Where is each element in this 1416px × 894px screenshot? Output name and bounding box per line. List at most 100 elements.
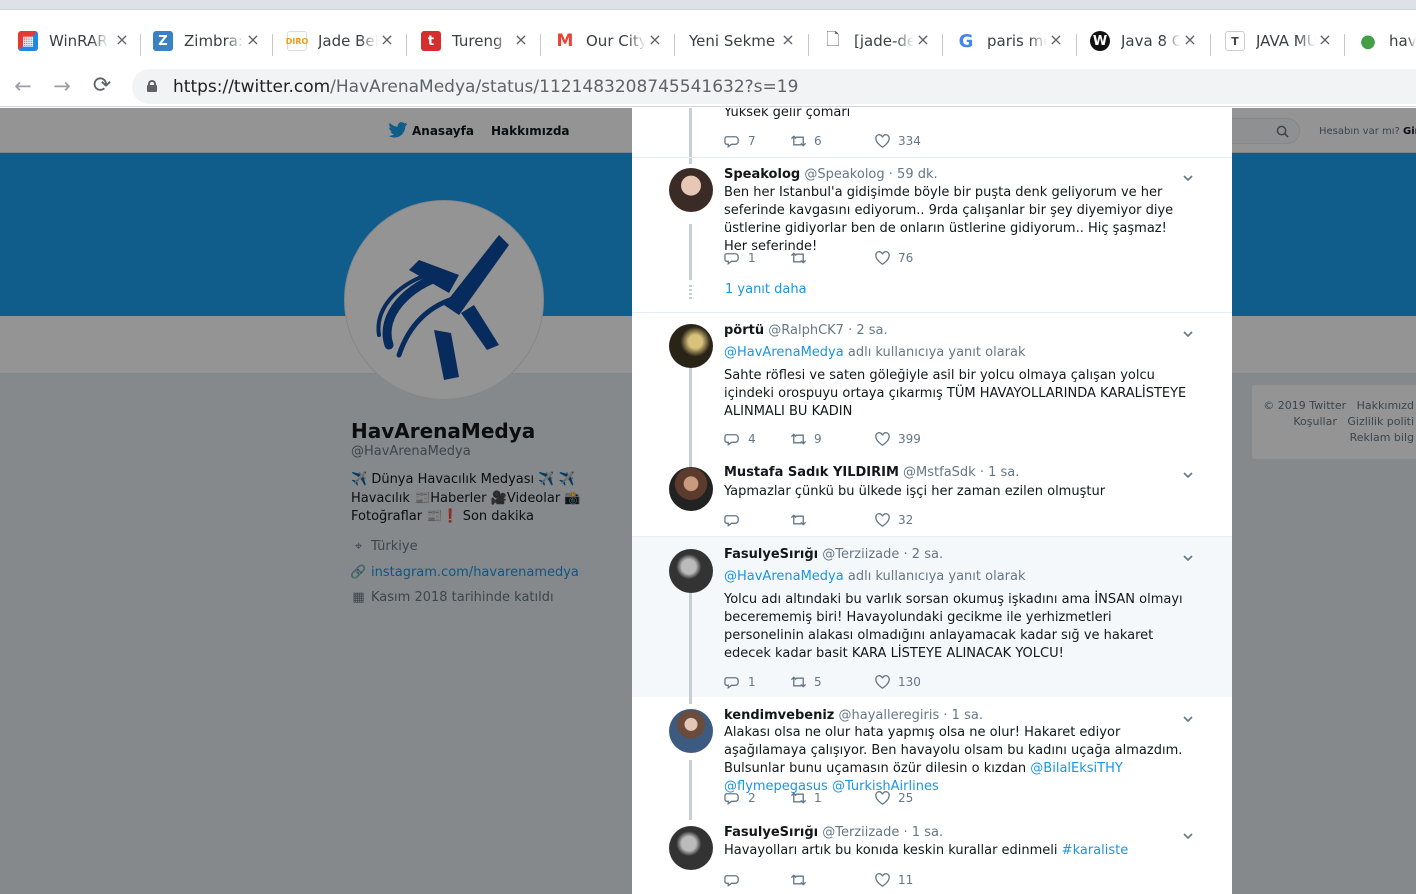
mention-link[interactable]: @HavArenaMedya — [724, 345, 844, 360]
reply-icon — [724, 793, 739, 805]
username[interactable]: @Speakolog — [804, 167, 884, 182]
user-avatar[interactable] — [669, 826, 713, 870]
reply-tweet[interactable]: Mustafa Sadık YILDIRIM @MstfaSdk · 1 sa.… — [632, 457, 1232, 536]
chevron-down-icon[interactable] — [1182, 172, 1194, 184]
browser-tab-gmail[interactable]: M Our City × — [555, 24, 663, 58]
retweet-action[interactable]: 6 — [790, 133, 874, 149]
tweet-header: Speakolog @Speakolog · 59 dk. — [724, 167, 938, 182]
like-action[interactable]: 334 — [874, 133, 921, 149]
forward-arrow-icon[interactable]: → — [49, 73, 75, 99]
timestamp[interactable]: · 59 dk. — [889, 167, 938, 182]
hashtag-link[interactable]: #karaliste — [1062, 843, 1129, 858]
retweet-action[interactable] — [790, 250, 874, 266]
browser-tab-java-mu[interactable]: T JAVA MU × — [1225, 24, 1333, 58]
close-tab-icon[interactable]: × — [647, 32, 663, 48]
close-tab-icon[interactable]: × — [780, 32, 796, 48]
close-tab-icon[interactable]: × — [1317, 32, 1333, 48]
reload-icon[interactable]: ⟳ — [89, 73, 115, 99]
timestamp[interactable]: · 1 sa. — [980, 465, 1020, 480]
like-action[interactable]: 130 — [874, 674, 921, 690]
username[interactable]: @Terziizade — [822, 825, 899, 840]
username[interactable]: @hayalleregiris — [839, 708, 940, 723]
reply-tweet-partial[interactable]: Yüksek gelir çomarı 7 6 334 — [632, 108, 1232, 158]
browser-tab-new[interactable]: Yeni Sekme × — [678, 24, 796, 58]
reply-action[interactable]: 1 — [724, 674, 790, 690]
user-avatar[interactable] — [669, 168, 713, 212]
like-action[interactable]: 32 — [874, 512, 913, 528]
browser-tab-zimbra[interactable]: Z Zimbra: × — [153, 24, 261, 58]
browser-tab-java8[interactable]: W Java 8 C × — [1090, 24, 1198, 58]
like-count: 399 — [898, 432, 921, 446]
browser-tab-winrar[interactable]: ▦ WinRAR × — [18, 24, 130, 58]
like-action[interactable]: 76 — [874, 250, 913, 266]
close-tab-icon[interactable]: × — [1182, 32, 1198, 48]
chevron-down-icon[interactable] — [1182, 552, 1194, 564]
reply-tweet[interactable]: FasulyeSırığı @Terziizade · 1 sa. Havayo… — [632, 816, 1232, 894]
reply-action[interactable]: 7 — [724, 133, 790, 149]
close-tab-icon[interactable]: × — [513, 32, 529, 48]
display-name[interactable]: FasulyeSırığı — [724, 547, 818, 562]
reply-tweet[interactable]: kendimvebeniz @hayalleregiris · 1 sa. Al… — [632, 698, 1232, 816]
display-name[interactable]: Mustafa Sadık YILDIRIM — [724, 465, 899, 480]
address-bar[interactable]: https://twitter.com/HavArenaMedya/status… — [132, 69, 1416, 104]
back-arrow-icon[interactable]: ← — [10, 73, 36, 99]
browser-tab-jade-de[interactable]: 🗋 [jade-de × — [823, 24, 931, 58]
reply-action[interactable]: 1 — [724, 250, 790, 266]
username[interactable]: @RalphCK7 — [768, 323, 844, 338]
tweet-actions: 32 — [724, 512, 913, 528]
url-path: /HavArenaMedya/status/112148320874554163… — [330, 77, 799, 97]
reply-icon — [724, 875, 739, 887]
user-avatar[interactable] — [669, 709, 713, 753]
browser-tab-hava[interactable]: ● hava — [1358, 24, 1416, 58]
heart-icon — [875, 513, 890, 527]
mention-link[interactable]: @HavArenaMedya — [724, 569, 844, 584]
user-avatar[interactable] — [669, 324, 713, 368]
close-tab-icon[interactable]: × — [915, 32, 931, 48]
display-name[interactable]: pörtü — [724, 323, 764, 338]
reply-action[interactable]: 4 — [724, 431, 790, 447]
reply-tweet[interactable]: pörtü @RalphCK7 · 2 sa. @HavArenaMedya a… — [632, 313, 1232, 456]
reply-action[interactable] — [724, 512, 790, 528]
close-tab-icon[interactable]: × — [379, 32, 395, 48]
tab-title: paris me — [987, 32, 1047, 50]
display-name[interactable]: Speakolog — [724, 167, 800, 182]
chevron-down-icon[interactable] — [1182, 469, 1194, 481]
tab-separator — [1344, 34, 1345, 56]
tweet-header: pörtü @RalphCK7 · 2 sa. — [724, 323, 888, 338]
retweet-action[interactable]: 9 — [790, 431, 874, 447]
like-action[interactable]: 399 — [874, 431, 921, 447]
username[interactable]: @Terziizade — [822, 547, 899, 562]
retweet-action[interactable] — [790, 512, 874, 528]
tab-separator — [406, 34, 407, 56]
reply-tweet[interactable]: Speakolog @Speakolog · 59 dk. Ben her Is… — [632, 158, 1232, 312]
retweet-action[interactable] — [790, 872, 874, 888]
user-avatar[interactable] — [669, 549, 713, 593]
display-name[interactable]: FasulyeSırığı — [724, 825, 818, 840]
timestamp[interactable]: · 1 sa. — [943, 708, 983, 723]
browser-tab-tureng[interactable]: t Tureng × — [421, 24, 529, 58]
like-action[interactable]: 25 — [874, 790, 913, 806]
reply-action[interactable]: 2 — [724, 790, 790, 806]
retweet-action[interactable]: 5 — [790, 674, 874, 690]
timestamp[interactable]: · 2 sa. — [904, 547, 944, 562]
reply-tweet-highlighted[interactable]: FasulyeSırığı @Terziizade · 2 sa. @HavAr… — [632, 537, 1232, 697]
username[interactable]: @MstfaSdk — [903, 465, 976, 480]
retweet-action[interactable]: 1 — [790, 790, 874, 806]
chevron-down-icon[interactable] — [1182, 328, 1194, 340]
chevron-down-icon[interactable] — [1182, 830, 1194, 842]
close-tab-icon[interactable]: × — [1048, 32, 1064, 48]
close-tab-icon[interactable]: × — [245, 32, 261, 48]
browser-tab-diro[interactable]: DIRO Jade Bel × — [286, 24, 395, 58]
show-more-replies-link[interactable]: 1 yanıt daha — [725, 282, 807, 297]
url-text[interactable]: https://twitter.com/HavArenaMedya/status… — [173, 77, 798, 97]
tab-separator — [808, 34, 809, 56]
timestamp[interactable]: · 1 sa. — [904, 825, 944, 840]
close-tab-icon[interactable]: × — [114, 32, 130, 48]
timestamp[interactable]: · 2 sa. — [848, 323, 888, 338]
reply-action[interactable] — [724, 872, 790, 888]
like-action[interactable]: 11 — [874, 872, 913, 888]
user-avatar[interactable] — [669, 467, 713, 511]
display-name[interactable]: kendimvebeniz — [724, 708, 834, 723]
mention-link[interactable]: @BilalEksiTHY — [1030, 761, 1123, 776]
browser-tab-google[interactable]: G paris me × — [956, 24, 1064, 58]
